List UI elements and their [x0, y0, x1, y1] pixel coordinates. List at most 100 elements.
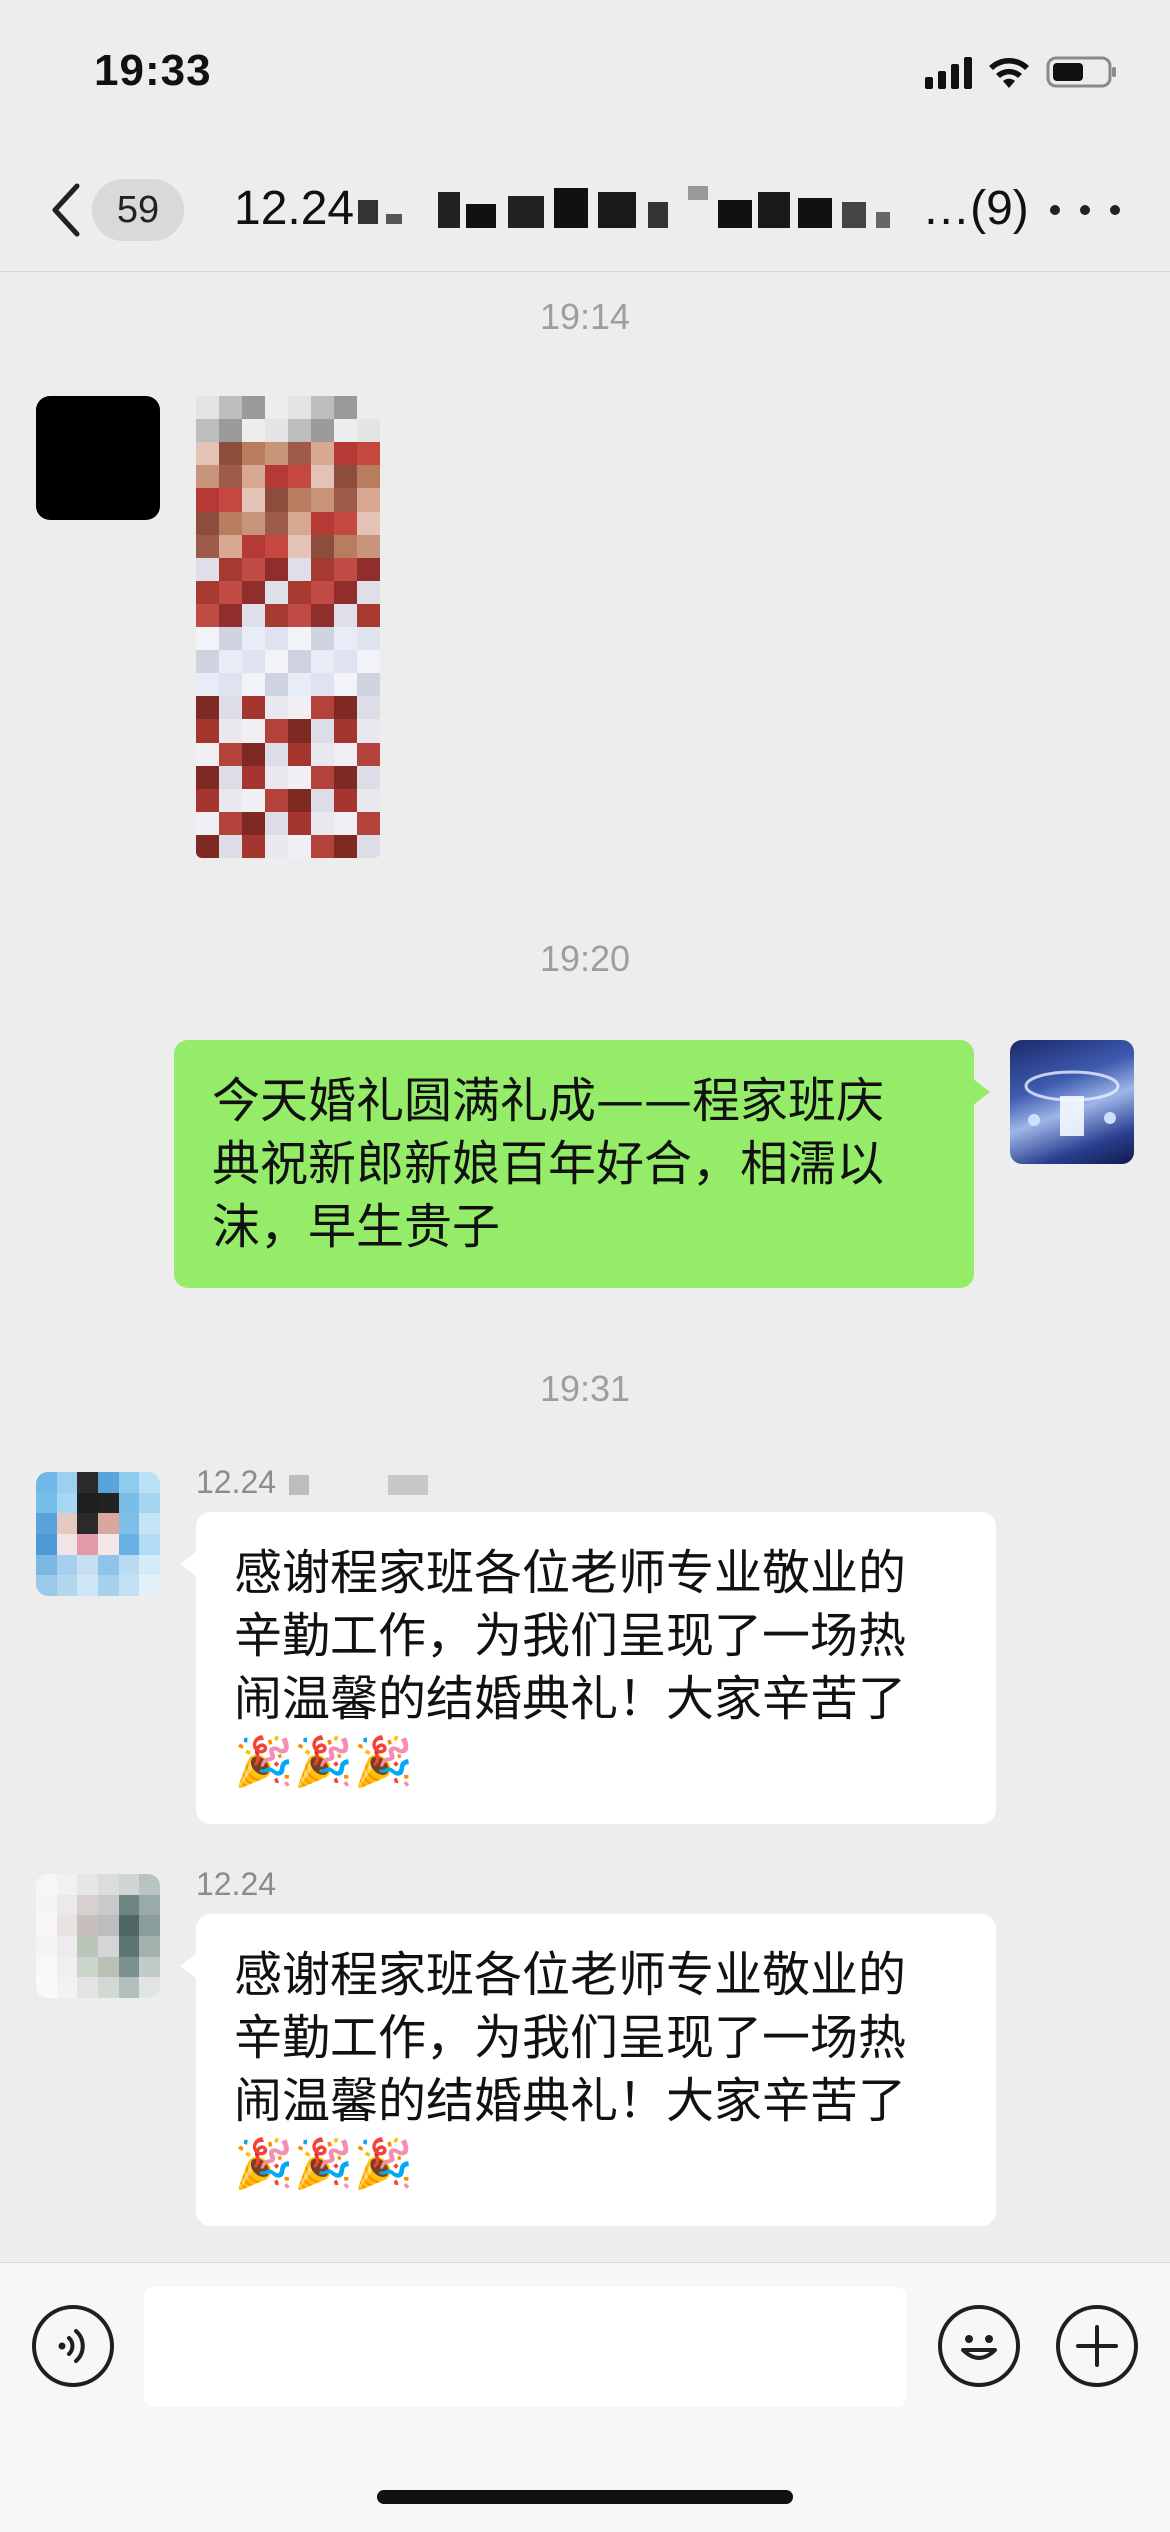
incoming-message-bubble[interactable]: 感谢程家班各位老师专业敬业的 辛勤工作，为我们呈现了一场热 闹温馨的结婚典礼！大… [180, 1914, 996, 2226]
mosaic-cell [36, 1533, 57, 1555]
mosaic-cell [357, 719, 380, 743]
mosaic-cell [77, 1533, 98, 1555]
mosaic-cell [219, 719, 242, 743]
mosaic-cell [288, 603, 311, 627]
incoming-message-bubble[interactable]: 感谢程家班各位老师专业敬业的 辛勤工作，为我们呈现了一场热 闹温馨的结婚典礼！大… [180, 1512, 996, 1824]
mosaic-cell [118, 1513, 140, 1534]
voice-button[interactable] [32, 2305, 114, 2387]
mosaic-cell [196, 673, 219, 697]
mosaic-cell [56, 1533, 78, 1555]
mosaic-cell [357, 603, 380, 627]
mosaic-cell [118, 1533, 140, 1555]
mosaic-cell [265, 534, 288, 558]
mosaic-cell [219, 788, 242, 812]
mosaic-cell [265, 465, 288, 489]
mosaic-cell [311, 534, 334, 558]
add-button[interactable] [1056, 2305, 1138, 2387]
mosaic-cell [357, 488, 380, 512]
mosaic-cell [242, 650, 265, 674]
mosaic-cell [334, 742, 357, 766]
mosaic-cell [311, 742, 334, 766]
mosaic-cell [242, 557, 265, 581]
mosaic-cell [357, 742, 380, 766]
mosaic-cell [311, 442, 334, 466]
avatar[interactable] [36, 396, 160, 520]
mosaic-cell [77, 1935, 98, 1957]
back-button[interactable]: 59 [40, 170, 200, 250]
mosaic-cell [97, 1874, 119, 1895]
outgoing-message-bubble[interactable]: 今天婚礼圆满礼成——程家班庆 典祝新郎新娘百年好合，相濡以 沫，早生贵子 [174, 1040, 990, 1288]
mosaic-cell [242, 488, 265, 512]
mosaic-cell [219, 419, 242, 443]
mosaic-cell [219, 442, 242, 466]
my-avatar[interactable] [1010, 1040, 1134, 1164]
mosaic-cell [242, 511, 265, 535]
mosaic-cell [36, 1513, 57, 1534]
ellipsis-icon [1050, 205, 1060, 215]
mosaic-cell [334, 627, 357, 651]
mosaic-cell [36, 1956, 57, 1978]
mosaic-cell [36, 1472, 57, 1493]
mosaic-cell [219, 534, 242, 558]
mosaic-cell [139, 1575, 160, 1596]
mosaic-cell [311, 673, 334, 697]
mosaic-cell [311, 765, 334, 789]
mosaic-cell [242, 442, 265, 466]
mosaic-cell [265, 673, 288, 697]
mosaic-cell [139, 1874, 160, 1895]
mosaic-cell [311, 811, 334, 835]
mosaic-cell [311, 834, 334, 858]
mosaic-cell [97, 1956, 119, 1978]
mosaic-cell [288, 465, 311, 489]
mosaic-cell [288, 534, 311, 558]
battery-icon [1046, 56, 1116, 88]
mosaic-cell [265, 627, 288, 651]
mosaic-cell [334, 557, 357, 581]
mosaic-cell [139, 1533, 160, 1555]
mosaic-cell [357, 534, 380, 558]
message-line: 闹温馨的结婚典礼！大家辛苦了 [234, 1671, 907, 1727]
mosaic-cell [311, 788, 334, 812]
mosaic-cell [139, 1894, 160, 1916]
chat-title[interactable]: 12.24 …(9) [234, 178, 1029, 238]
mosaic-cell [288, 580, 311, 604]
message-timestamp: 19:31 [539, 1368, 631, 1409]
mosaic-cell [242, 396, 265, 420]
mosaic-cell [265, 696, 288, 720]
image-message[interactable] [196, 396, 380, 858]
mosaic-cell [196, 396, 219, 420]
chat-header: 59 12.24 …(9) [0, 150, 1170, 272]
mosaic-cell [118, 1554, 140, 1576]
avatar[interactable] [36, 1874, 160, 1998]
cellular-signal-icon [925, 55, 972, 89]
more-options-button[interactable] [1050, 190, 1120, 230]
home-indicator [377, 2490, 793, 2504]
mosaic-cell [334, 834, 357, 858]
unread-count-badge: 59 [92, 179, 184, 241]
sender-name-text: 12.24 [196, 1464, 277, 1500]
emoji-button[interactable] [938, 2305, 1020, 2387]
mosaic-cell [77, 1915, 98, 1936]
message-line: 感谢程家班各位老师专业敬业的 [234, 1545, 907, 1601]
mosaic-cell [118, 1874, 140, 1895]
mosaic-cell [56, 1956, 78, 1978]
mosaic-cell [265, 603, 288, 627]
mosaic-cell [196, 788, 219, 812]
mosaic-cell [219, 511, 242, 535]
mosaic-cell [118, 1956, 140, 1978]
mosaic-cell [311, 396, 334, 420]
message-input[interactable] [144, 2287, 906, 2407]
mosaic-cell [196, 811, 219, 835]
message-line: 辛勤工作，为我们呈现了一场热 [234, 1608, 907, 1664]
mosaic-cell [196, 557, 219, 581]
mosaic-cell [77, 1894, 98, 1916]
mosaic-cell [242, 673, 265, 697]
mosaic-cell [242, 834, 265, 858]
mosaic-cell [288, 765, 311, 789]
mosaic-cell [357, 419, 380, 443]
mosaic-cell [219, 673, 242, 697]
mosaic-cell [242, 534, 265, 558]
message-timestamp: 19:14 [539, 296, 631, 337]
avatar[interactable] [36, 1472, 160, 1596]
mosaic-cell [242, 765, 265, 789]
